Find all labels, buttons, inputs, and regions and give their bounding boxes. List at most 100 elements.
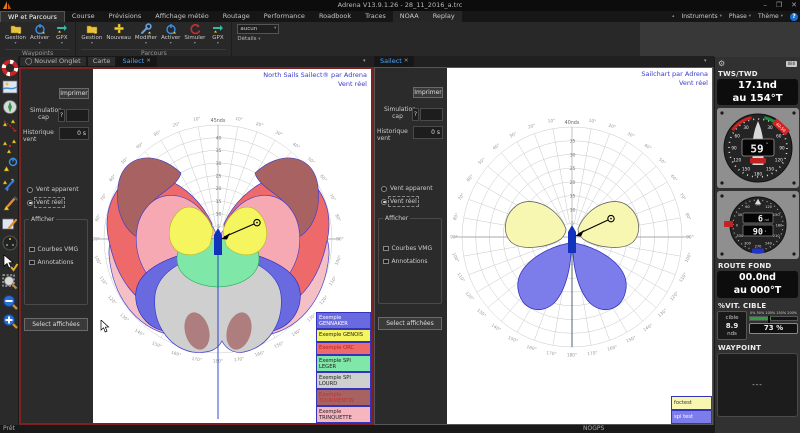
menu-tab-wp-et-parcours[interactable]: WP et Parcours xyxy=(0,11,65,22)
map-edit-icon[interactable] xyxy=(1,215,19,233)
cursor-check-icon[interactable] xyxy=(1,254,19,272)
svg-text:180: 180 xyxy=(776,223,784,227)
svg-text:70°: 70° xyxy=(328,193,337,203)
ribbon-button-nouveau[interactable]: Nouveau xyxy=(106,23,130,49)
status-bar: Prêt NOGPS xyxy=(0,425,714,433)
legend-item[interactable]: Exemple SPI LOURD xyxy=(316,372,371,389)
details-dropdown[interactable]: Détails ▾ xyxy=(237,36,279,42)
svg-text:120: 120 xyxy=(775,158,783,163)
svg-text:100°: 100° xyxy=(450,252,460,264)
cap-input[interactable] xyxy=(66,109,89,122)
waypoint-edit-icon[interactable] xyxy=(1,195,19,213)
ribbon-button-gpx[interactable]: GPX▾ xyxy=(53,23,70,49)
checkbox-annotations[interactable]: Annotations xyxy=(383,258,428,265)
legend-item[interactable]: Exemple TRINQUETTE xyxy=(316,406,371,423)
legend-item[interactable]: Exemple SPI LEGER xyxy=(316,355,371,372)
gear-icon[interactable]: ⚙ xyxy=(718,59,725,68)
legend-item[interactable]: Exemple GENNAKER xyxy=(316,312,371,329)
close-tab-icon[interactable]: ✕ xyxy=(404,57,409,66)
menu-phase[interactable]: Phase▾ xyxy=(729,13,751,20)
svg-text:300: 300 xyxy=(744,242,752,246)
historique-vent-label: Historique vent xyxy=(23,130,58,143)
svg-text:80°: 80° xyxy=(683,212,692,221)
tab-sailect-right[interactable]: Sailect✕ xyxy=(374,56,414,67)
dial-dark-icon[interactable] xyxy=(1,234,19,252)
menu-tab-replay[interactable]: Replay xyxy=(426,11,462,22)
legend-item[interactable]: Exemple GENOIS xyxy=(316,329,371,342)
right-polar-chart[interactable]: Sailchart par AdrenaVent réel 5101520253… xyxy=(447,68,712,424)
ribbon-button-simuler[interactable]: Simuler▾ xyxy=(184,23,205,49)
menu-tab-noaa[interactable]: NOAA xyxy=(393,11,426,22)
collapse-ribbon-icon[interactable]: ▴ xyxy=(672,14,674,19)
select-affichees-button[interactable]: Select affichées xyxy=(378,317,442,330)
lifebuoy-icon[interactable] xyxy=(1,59,19,77)
ribbon-button-gestion[interactable]: Gestion▾ xyxy=(5,23,26,49)
historique-vent-input[interactable]: 0 s xyxy=(59,127,89,140)
waypoint-arrow-icon[interactable] xyxy=(1,176,19,194)
svg-text:210: 210 xyxy=(773,234,781,238)
checkbox-courbes-vmg[interactable]: Courbes VMG xyxy=(383,245,432,252)
menu-tab-pr-visions[interactable]: Prévisions xyxy=(102,11,149,22)
svg-text:35: 35 xyxy=(570,139,576,145)
menu-theme[interactable]: Thème▾ xyxy=(758,13,783,20)
radio-vent-reel[interactable]: Vent réel xyxy=(381,198,417,205)
radio-vent-reel[interactable]: Vent réel xyxy=(27,199,63,206)
tab-sailect-left[interactable]: Sailect✕ xyxy=(116,56,156,67)
lobe-spitest xyxy=(573,243,626,310)
menu-tab-affichage-m-t-o[interactable]: Affichage météo xyxy=(148,11,215,22)
zoom-out-icon[interactable] xyxy=(1,293,19,311)
svg-text:90°: 90° xyxy=(450,235,458,241)
ribbon-button-gestion[interactable]: Gestion▾ xyxy=(81,23,102,49)
waypoint-route-icon[interactable] xyxy=(1,117,19,135)
menu-tab-course[interactable]: Course xyxy=(65,11,102,22)
legend-item[interactable]: spi test xyxy=(671,410,712,424)
checkbox-annotations[interactable]: Annotations xyxy=(29,259,74,266)
menu-tab-routage[interactable]: Routage xyxy=(216,11,257,22)
waypoints-cluster-icon[interactable] xyxy=(1,137,19,155)
cap-input[interactable] xyxy=(420,108,443,121)
menu-instruments[interactable]: Instruments▾ xyxy=(681,13,721,20)
print-button[interactable]: Imprimer xyxy=(59,88,89,99)
print-button[interactable]: Imprimer xyxy=(413,87,443,98)
radio-vent-apparent[interactable]: Vent apparent xyxy=(27,186,79,193)
ribbon-button-activer[interactable]: Activer▾ xyxy=(30,23,49,49)
waypoint-activate-icon[interactable] xyxy=(1,156,19,174)
svg-text:25: 25 xyxy=(216,173,222,179)
chevron-down-icon[interactable]: ▾ xyxy=(363,58,366,64)
menu-tab-performance[interactable]: Performance xyxy=(257,11,312,22)
checkbox-courbes-vmg[interactable]: Courbes VMG xyxy=(29,246,78,253)
select-affichees-button[interactable]: Select affichées xyxy=(24,318,88,331)
help-icon[interactable]: ? xyxy=(790,13,798,21)
compass-dial: 0306090120150180210240270300330 6 nd 90 … xyxy=(717,191,798,259)
chevron-down-icon[interactable]: ▾ xyxy=(704,58,707,64)
radio-vent-apparent[interactable]: Vent apparent xyxy=(381,185,433,192)
zoom-select-icon[interactable] xyxy=(1,273,19,291)
wind-angle-dial: 303060609090120120150150180 59 ° 40-50 xyxy=(717,108,798,188)
historique-vent-label: Historique vent xyxy=(377,129,412,142)
simulation-toggle[interactable]: ? xyxy=(412,108,419,121)
ribbon-button-modifier[interactable]: Modifier▾ xyxy=(135,23,157,49)
gpx-icon xyxy=(209,23,226,35)
left-polar-chart[interactable]: North Sails Sailect® par AdrenaVent réel xyxy=(93,69,371,423)
restore-button[interactable]: ❐ xyxy=(776,0,782,11)
course-select[interactable]: aucun▾ xyxy=(237,24,279,34)
close-tab-icon[interactable]: ✕ xyxy=(146,57,151,66)
ribbon-button-activer[interactable]: Activer▾ xyxy=(161,23,180,49)
svg-text:270: 270 xyxy=(755,244,763,248)
tab-carte[interactable]: Carte xyxy=(87,56,117,67)
menu-tab-traces[interactable]: Traces xyxy=(358,11,393,22)
compass-icon[interactable] xyxy=(1,98,19,116)
legend-item[interactable]: Exemple TOURMENTIN xyxy=(316,389,371,406)
tab-nouvel-onglet[interactable]: ◯ Nouvel Onglet xyxy=(19,56,87,67)
menu-tab-roadbook[interactable]: Roadbook xyxy=(312,11,358,22)
map-icon[interactable] xyxy=(1,78,19,96)
simulation-toggle[interactable]: ? xyxy=(58,109,65,122)
legend-item[interactable]: Exemple ORC xyxy=(316,342,371,355)
close-button[interactable]: ✕ xyxy=(791,0,797,11)
historique-vent-input[interactable]: 0 s xyxy=(413,126,443,139)
waypoint-value: --- xyxy=(717,353,798,417)
legend-item[interactable]: foctest xyxy=(671,396,712,410)
zoom-in-icon[interactable] xyxy=(1,312,19,330)
ribbon-button-gpx[interactable]: GPX▾ xyxy=(209,23,226,49)
minimize-button[interactable]: – xyxy=(763,0,767,11)
